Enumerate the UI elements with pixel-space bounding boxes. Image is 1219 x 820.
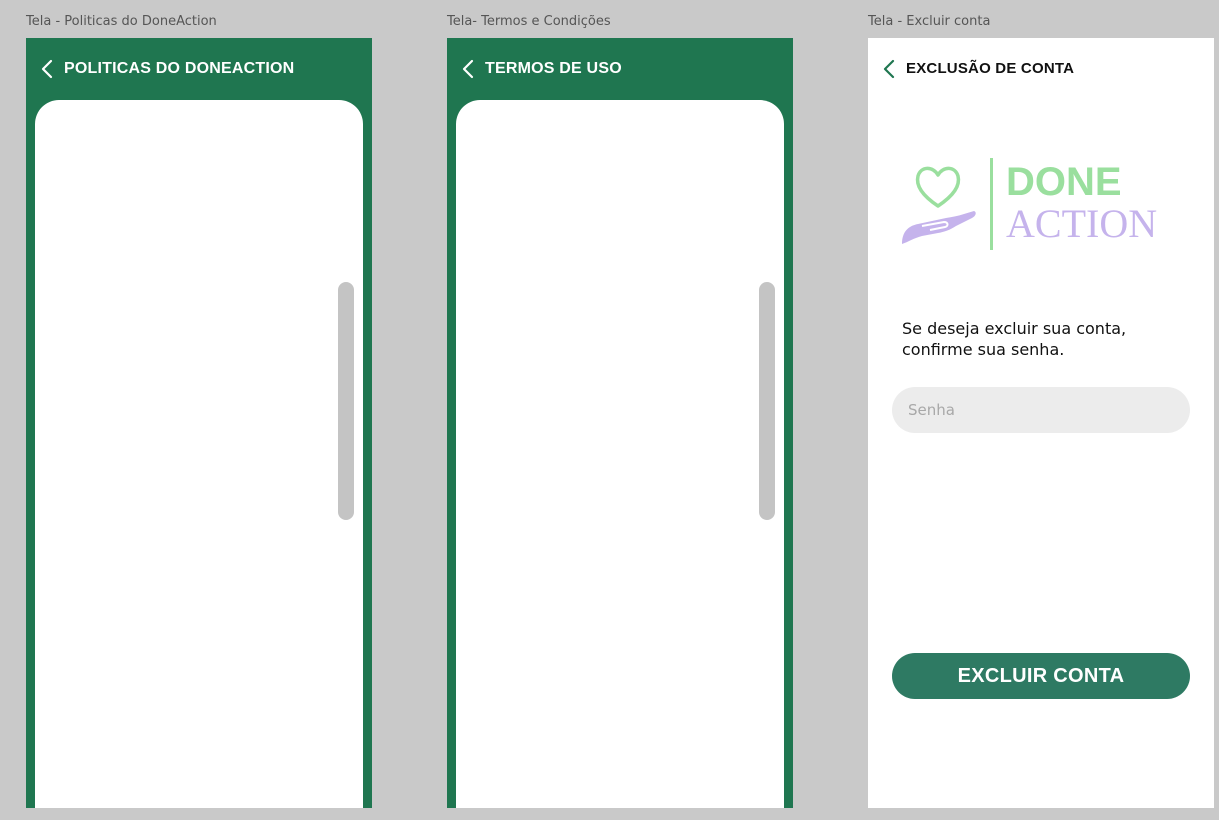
logo-text-done: DONE bbox=[1006, 160, 1122, 204]
terms-content[interactable] bbox=[456, 100, 784, 808]
header: EXCLUSÃO DE CONTA bbox=[868, 38, 1214, 100]
scrollbar[interactable] bbox=[338, 282, 354, 520]
policy-content[interactable] bbox=[35, 100, 363, 808]
screen-excluir: EXCLUSÃO DE CONTA DONE ACTION Se deseja … bbox=[868, 38, 1214, 808]
delete-account-button[interactable]: EXCLUIR CONTA bbox=[892, 653, 1190, 699]
frame-label-termos: Tela- Termos e Condições bbox=[447, 14, 611, 29]
doneaction-logo: DONE ACTION bbox=[898, 156, 1158, 256]
logo-text-action: ACTION bbox=[1006, 201, 1158, 246]
delete-instructions: Se deseja excluir sua conta, confirme su… bbox=[902, 319, 1127, 359]
frame-label-politicas: Tela - Politicas do DoneAction bbox=[26, 14, 217, 29]
back-button[interactable] bbox=[457, 56, 479, 82]
logo-divider bbox=[990, 158, 993, 250]
screen-politicas: POLITICAS DO DONEACTION bbox=[26, 38, 372, 808]
chevron-left-icon bbox=[462, 59, 474, 79]
back-button[interactable] bbox=[878, 56, 900, 82]
page-title: EXCLUSÃO DE CONTA bbox=[906, 60, 1075, 77]
scrollbar[interactable] bbox=[759, 282, 775, 520]
chevron-left-icon bbox=[41, 59, 53, 79]
back-button[interactable] bbox=[36, 56, 58, 82]
heart-hand-icon bbox=[902, 166, 976, 244]
header: POLITICAS DO DONEACTION bbox=[26, 38, 372, 100]
page-title: POLITICAS DO DONEACTION bbox=[64, 60, 295, 77]
page-title: TERMOS DE USO bbox=[485, 60, 622, 77]
frame-label-excluir: Tela - Excluir conta bbox=[868, 14, 991, 29]
header: TERMOS DE USO bbox=[447, 38, 793, 100]
password-input[interactable] bbox=[892, 387, 1190, 433]
screen-termos: TERMOS DE USO bbox=[447, 38, 793, 808]
chevron-left-icon bbox=[883, 59, 895, 79]
